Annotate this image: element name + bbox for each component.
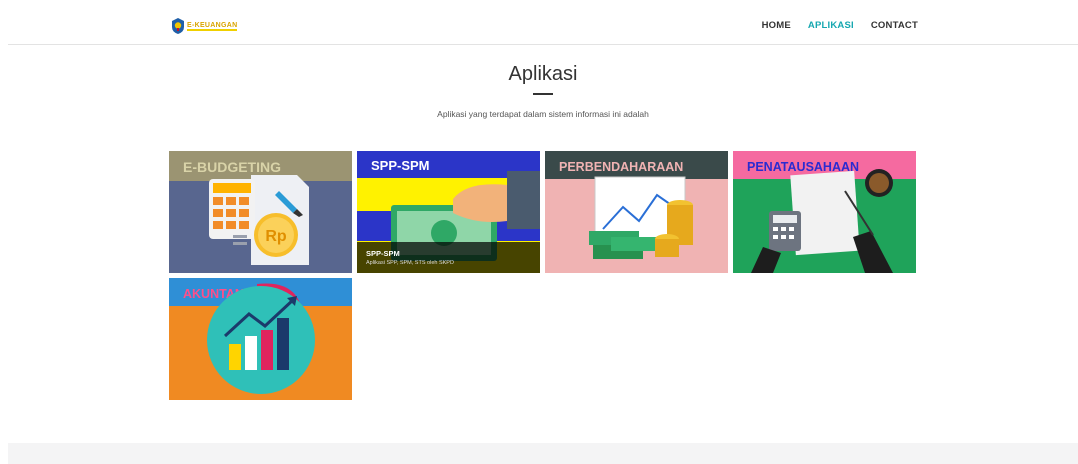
app-tile-akuntansi[interactable]: AKUNTANSI bbox=[169, 278, 352, 400]
caption-title: SPP-SPM bbox=[366, 249, 400, 258]
page-title: Aplikasi bbox=[508, 63, 578, 85]
brand-text: E-KEUANGAN bbox=[187, 21, 238, 31]
page-subtitle: Aplikasi yang terdapat dalam sistem info… bbox=[437, 109, 649, 119]
title-divider bbox=[533, 93, 553, 95]
perbendaharaan-illustration: PERBENDAHARAAN bbox=[545, 151, 728, 273]
tile-label-e-budgeting: E-BUDGETING bbox=[183, 159, 281, 175]
nav-aplikasi[interactable]: APLIKASI bbox=[808, 20, 854, 31]
tile-label-perbendaharaan: PERBENDAHARAAN bbox=[559, 160, 683, 174]
tile-caption: SPP-SPM Aplikasi SPP, SPM, STS oleh SKPD bbox=[357, 242, 540, 273]
penatausahaan-illustration: PENATAUSAHAAN bbox=[733, 151, 916, 273]
nav-contact[interactable]: CONTACT bbox=[871, 20, 918, 31]
emblem-icon bbox=[172, 18, 184, 34]
app-tile-penatausahaan[interactable]: PENATAUSAHAAN bbox=[733, 151, 916, 273]
footer-bar bbox=[8, 443, 1078, 464]
brand-logo[interactable]: E-KEUANGAN bbox=[171, 17, 238, 35]
e-budgeting-illustration: E-BUDGETING Rp bbox=[169, 151, 352, 273]
navbar: E-KEUANGAN HOME APLIKASI CONTACT bbox=[8, 8, 1078, 45]
akuntansi-illustration: AKUNTANSI bbox=[169, 278, 352, 400]
caption-description: Aplikasi SPP, SPM, STS oleh SKPD bbox=[366, 260, 454, 266]
page-frame: E-KEUANGAN HOME APLIKASI CONTACT Aplikas… bbox=[8, 8, 1078, 464]
nav-home[interactable]: HOME bbox=[762, 20, 791, 31]
rupiah-badge: Rp bbox=[265, 228, 287, 245]
main-nav: HOME APLIKASI CONTACT bbox=[762, 20, 918, 31]
app-tile-e-budgeting[interactable]: E-BUDGETING Rp bbox=[169, 151, 352, 273]
tile-label-spp-spm: SPP-SPM bbox=[371, 158, 430, 173]
app-tile-spp-spm[interactable]: SPP-SPM SPP-SPM Aplikasi SPP, SPM, STS o… bbox=[357, 151, 540, 273]
app-tile-perbendaharaan[interactable]: PERBENDAHARAAN bbox=[545, 151, 728, 273]
